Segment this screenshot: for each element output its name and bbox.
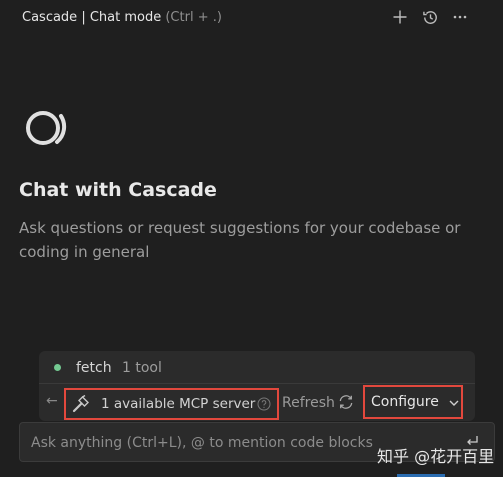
cascade-logo-icon	[20, 103, 70, 153]
mcp-panel: fetch 1 tool ← 1 available MCP server Re…	[39, 351, 475, 421]
watermark-text: 知乎 @花开百里	[377, 447, 495, 466]
welcome-heading: Chat with Cascade	[19, 179, 217, 201]
more-icon[interactable]	[449, 6, 471, 28]
help-icon[interactable]	[257, 397, 271, 411]
plus-icon[interactable]	[389, 6, 411, 28]
mcp-available-label: 1 available MCP server	[101, 396, 256, 412]
history-icon[interactable]	[419, 6, 441, 28]
back-arrow-icon[interactable]: ←	[46, 393, 58, 409]
chevron-down-icon	[449, 400, 459, 406]
mcp-tool-count: 1 tool	[122, 360, 162, 376]
mcp-servers-button[interactable]: 1 available MCP server	[64, 388, 279, 420]
refresh-icon[interactable]	[337, 393, 355, 411]
mcp-server-name: fetch	[76, 360, 112, 376]
panel-title: Cascade | Chat mode (Ctrl + .)	[22, 10, 222, 25]
shortcut-hint: (Ctrl + .)	[165, 10, 222, 25]
chat-input-placeholder: Ask anything (Ctrl+L), @ to mention code…	[31, 435, 373, 451]
welcome-description: Ask questions or request suggestions for…	[19, 219, 461, 261]
title-bar: Cascade | Chat mode (Ctrl + .)	[0, 0, 503, 36]
refresh-button[interactable]: Refresh	[282, 395, 335, 411]
configure-dropdown[interactable]: Configure	[363, 385, 463, 419]
server-status-dot	[54, 364, 61, 371]
hammer-icon	[72, 394, 89, 413]
configure-label: Configure	[371, 394, 439, 410]
mcp-server-row: fetch 1 tool	[39, 351, 475, 384]
panel-title-text: Cascade | Chat mode	[22, 10, 162, 25]
